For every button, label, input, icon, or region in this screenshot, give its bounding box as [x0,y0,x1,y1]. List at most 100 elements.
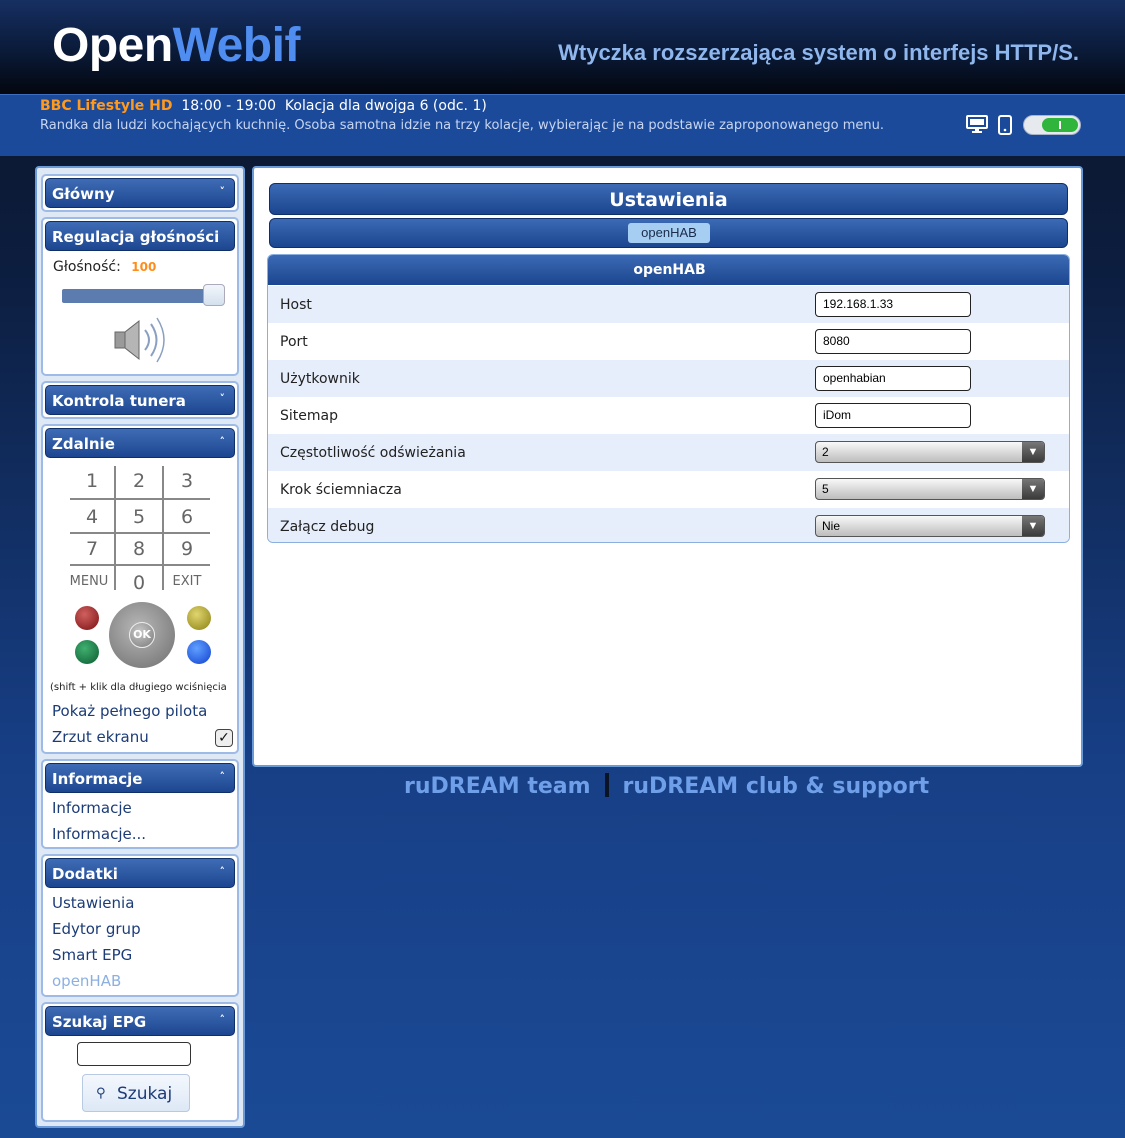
main-content: Ustawienia openHAB openHAB Host 192.168.… [252,166,1083,767]
epg-search-button-label: Szukaj [117,1084,173,1104]
debug-select-value: Nie [822,519,841,533]
remote-key-1[interactable]: 1 [70,470,114,492]
remote-key-2[interactable]: 2 [117,470,161,492]
panel-main: Główny ˅ [41,174,239,212]
dimmer-step-select-value: 5 [822,482,829,496]
dpad[interactable]: OK [109,602,175,668]
remote-key-3[interactable]: 3 [165,470,209,492]
chevron-up-icon: ˄ [219,435,226,448]
panel-extras-header[interactable]: Dodatki ˄ [45,858,235,888]
keypad-divider [70,498,210,500]
tab-openhab[interactable]: openHAB [628,223,710,243]
debug-select[interactable]: Nie ▼ [815,515,1045,537]
remote-key-exit[interactable]: EXIT [165,574,209,589]
chevron-up-icon: ˄ [219,1013,226,1026]
panel-info-title: Informacje [52,770,143,788]
remote-key-9[interactable]: 9 [165,538,209,560]
panel-info: Informacje ˄ Informacje Informacje... [41,759,239,849]
remote-key-0[interactable]: 0 [117,572,161,594]
search-icon: ⚲ [96,1086,106,1101]
sidebar: Główny ˅ Regulacja głośności Głośność: 1… [35,166,245,1128]
epg-search-button[interactable]: ⚲ Szukaj [82,1074,190,1112]
panel-epg-search-title: Szukaj EPG [52,1013,147,1031]
group-editor-link[interactable]: Edytor grup [52,920,141,938]
chevron-down-icon: ˅ [219,185,226,198]
settings-section-title: openHAB [268,255,1069,285]
refresh-select[interactable]: 2 ▼ [815,441,1045,463]
chevron-down-icon: ˅ [219,392,226,405]
info-more-link[interactable]: Informacje... [52,825,146,843]
panel-volume-header[interactable]: Regulacja głośności [45,221,235,251]
panel-tuner-header[interactable]: Kontrola tunera ˅ [45,385,235,415]
remote-key-4[interactable]: 4 [70,506,114,528]
info-link[interactable]: Informacje [52,799,132,817]
settings-row-sitemap: Sitemap iDom [268,397,1069,434]
mobile-icon[interactable] [998,115,1012,135]
remote-key-8[interactable]: 8 [117,538,161,560]
keypad-divider [70,564,210,566]
panel-extras-title: Dodatki [52,865,118,883]
host-label: Host [280,297,312,313]
volume-slider-handle[interactable] [203,284,225,306]
footer-club-link[interactable]: ruDREAM club & support [623,774,930,799]
epg-search-input[interactable] [77,1042,191,1066]
host-input[interactable]: 192.168.1.33 [815,292,971,317]
tv-icon[interactable] [966,115,988,133]
panel-volume-title: Regulacja głośności [52,228,220,246]
volume-slider-track[interactable] [62,289,224,303]
footer: ruDREAM team ruDREAM club & support [404,773,929,799]
volume-value: 100 [131,260,157,274]
panel-extras: Dodatki ˄ Ustawienia Edytor grup Smart E… [41,854,239,997]
green-button[interactable] [75,640,99,664]
dimmer-step-select[interactable]: 5 ▼ [815,478,1045,500]
tab-bar: openHAB [269,218,1068,248]
settings-table: openHAB Host 192.168.1.33 Port 8080 Użyt… [267,254,1070,543]
remote-key-menu[interactable]: MENU [67,574,111,589]
logo-open: Open [52,19,173,72]
sitemap-input[interactable]: iDom [815,403,971,428]
panel-tuner: Kontrola tunera ˅ [41,381,239,419]
page-title: Ustawienia [269,183,1068,215]
settings-row-port: Port 8080 [268,323,1069,360]
keypad-divider [162,466,164,590]
screenshot-checkbox[interactable]: ✓ [215,729,233,747]
openhab-link[interactable]: openHAB [52,972,121,990]
ok-button[interactable]: OK [129,622,155,648]
blue-button[interactable] [187,640,211,664]
panel-info-header[interactable]: Informacje ˄ [45,763,235,793]
panel-main-header[interactable]: Główny ˅ [45,178,235,208]
header: OpenWebif Wtyczka rozszerzająca system o… [0,0,1125,94]
remote-key-5[interactable]: 5 [117,506,161,528]
remote-key-6[interactable]: 6 [165,506,209,528]
user-label: Użytkownik [280,371,360,387]
volume-label: Głośność: 100 [53,259,156,275]
settings-row-debug: Załącz debug Nie ▼ [268,508,1069,542]
footer-team-link[interactable]: ruDREAM team [404,774,591,799]
now-playing-time: 18:00 - 19:00 [181,98,277,114]
user-input[interactable]: openhabian [815,366,971,391]
speaker-icon[interactable] [109,315,169,365]
panel-epg-search-header[interactable]: Szukaj EPG ˄ [45,1006,235,1036]
yellow-button[interactable] [187,606,211,630]
volume-label-text: Głośność: [53,259,121,275]
chevron-up-icon: ˄ [219,865,226,878]
dropdown-arrow-icon: ▼ [1022,479,1044,499]
keypad-divider [70,532,210,534]
logo-webif: Webif [172,19,301,72]
port-input[interactable]: 8080 [815,329,971,354]
settings-link[interactable]: Ustawienia [52,894,134,912]
dimmer-step-label: Krok ściemniacza [280,482,402,498]
panel-main-title: Główny [52,185,115,203]
screenshot-link[interactable]: Zrzut ekranu [52,728,149,746]
now-playing-channel[interactable]: BBC Lifestyle HD [40,98,172,114]
show-full-remote-link[interactable]: Pokaż pełnego pilota [52,702,207,720]
panel-remote: Zdalnie ˄ 1 2 3 4 5 6 7 8 9 MENU 0 EXIT … [41,424,239,754]
remote-key-7[interactable]: 7 [70,538,114,560]
red-button[interactable] [75,606,99,630]
now-playing-bar: BBC Lifestyle HD 18:00 - 19:00 Kolacja d… [0,94,1125,156]
panel-remote-header[interactable]: Zdalnie ˄ [45,428,235,458]
mode-toggle[interactable] [1023,115,1081,135]
footer-separator [604,773,609,797]
smart-epg-link[interactable]: Smart EPG [52,946,132,964]
logo[interactable]: OpenWebif [52,18,300,73]
